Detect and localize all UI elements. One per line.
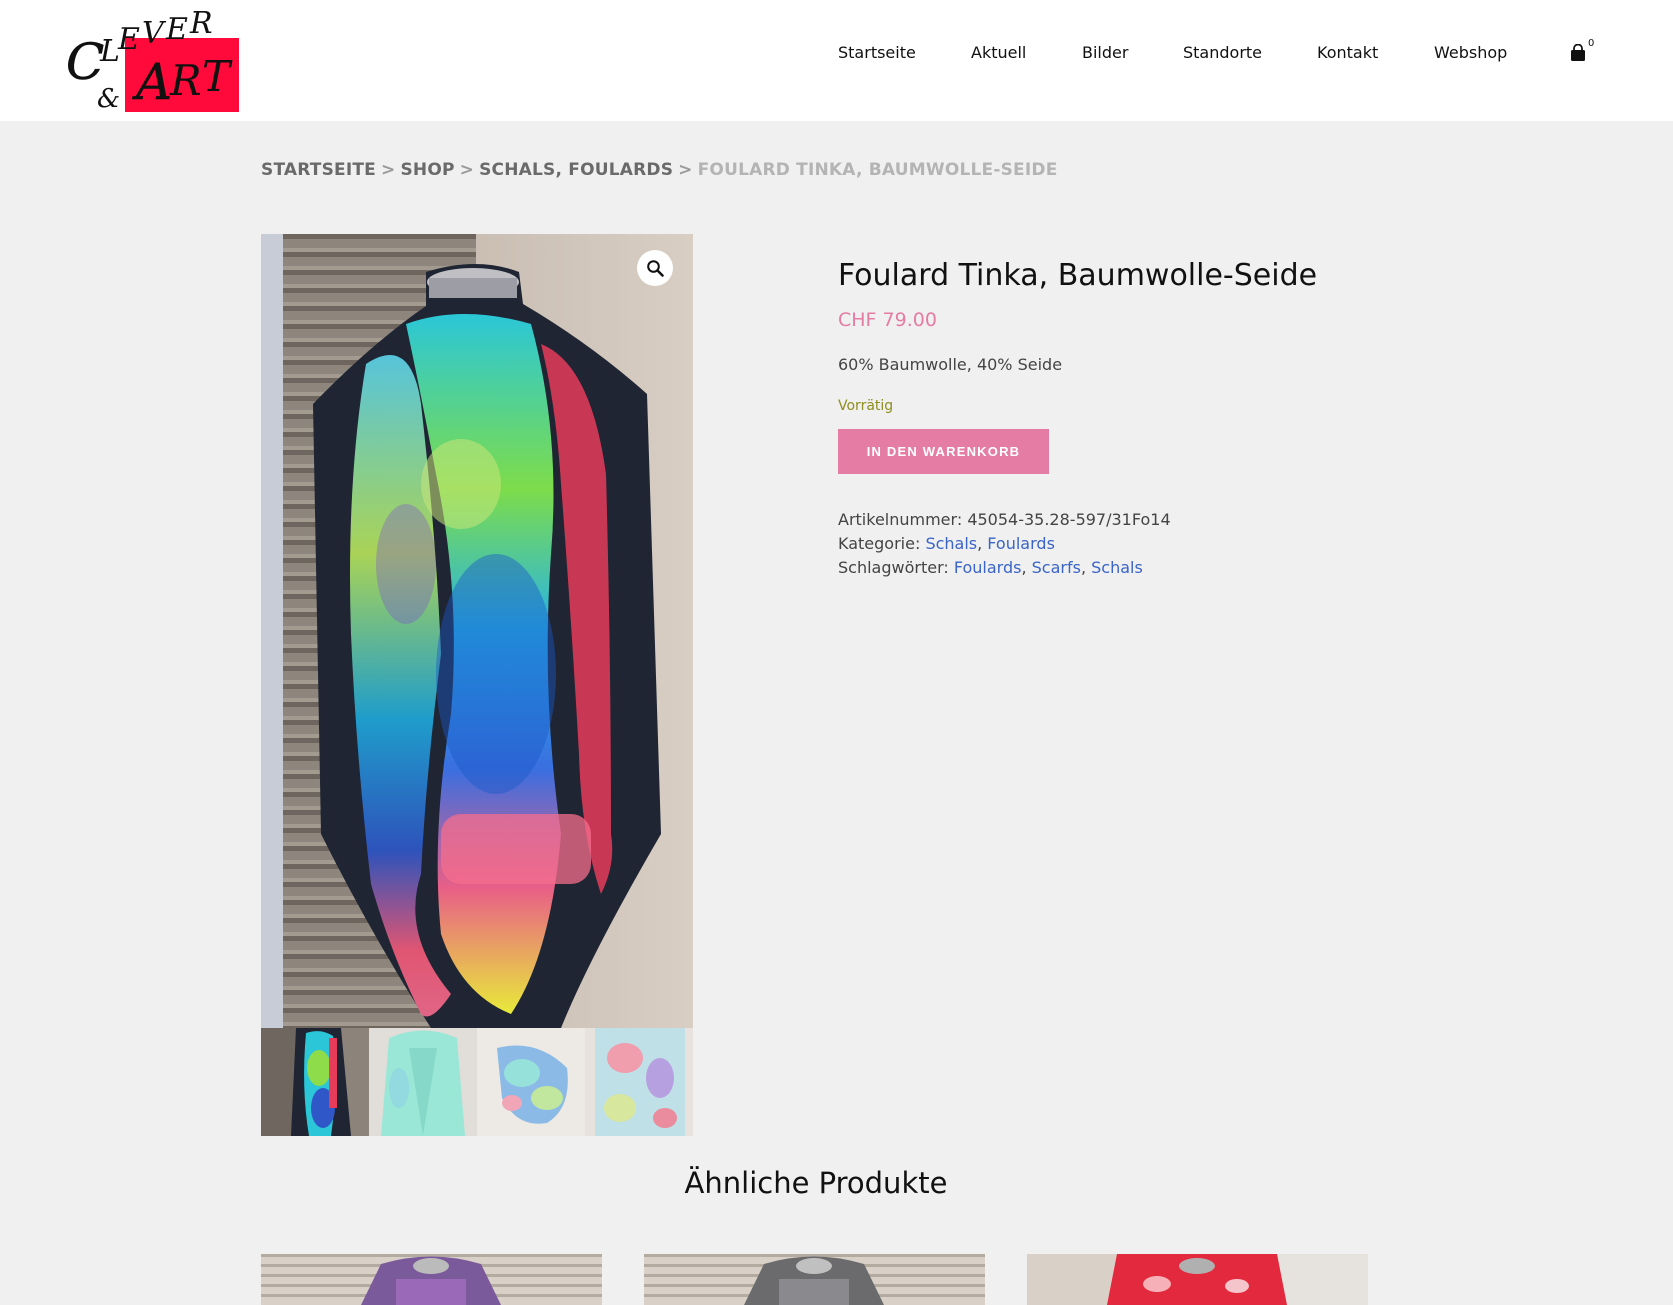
product-summary: Foulard Tinka, Baumwolle-Seide CHF 79.00…: [838, 256, 1438, 580]
sku-label: Artikelnummer:: [838, 510, 963, 529]
related-product-card[interactable]: [1027, 1254, 1368, 1305]
related-products-heading: Ähnliche Produkte: [684, 1166, 948, 1200]
related-product-card[interactable]: [261, 1254, 602, 1305]
tag-link-schals[interactable]: Schals: [1091, 558, 1143, 577]
gallery-thumbnail[interactable]: [369, 1028, 477, 1136]
nav-item-webshop[interactable]: Webshop: [1434, 40, 1507, 66]
stock-status: Vorrätig: [838, 398, 894, 414]
breadcrumb-link-category[interactable]: SCHALS, FOULARDS: [479, 160, 673, 180]
nav-item-aktuell[interactable]: Aktuell: [971, 40, 1026, 66]
site-header: C L E V E R & A R T Startseite Aktuell B…: [0, 0, 1673, 121]
gallery-thumbnail[interactable]: [261, 1028, 369, 1136]
breadcrumb-separator: >: [381, 160, 396, 180]
category-label: Kategorie:: [838, 534, 921, 553]
product-short-description: 60% Baumwolle, 40% Seide: [838, 355, 1063, 374]
product-title: Foulard Tinka, Baumwolle-Seide: [838, 258, 1318, 293]
cart-count-badge: 0: [1588, 38, 1595, 49]
product-price: CHF 79.00: [838, 309, 937, 331]
gallery-thumbnail[interactable]: [477, 1028, 585, 1136]
tag-link-scarfs[interactable]: Scarfs: [1032, 558, 1081, 577]
breadcrumb-link-shop[interactable]: SHOP: [400, 160, 454, 180]
magnifier-icon: [647, 260, 664, 277]
gallery-thumbnail[interactable]: [585, 1028, 693, 1136]
nav-item-standorte[interactable]: Standorte: [1183, 40, 1262, 66]
nav-item-bilder[interactable]: Bilder: [1082, 40, 1128, 66]
category-row: Kategorie: Schals, Foulards: [838, 534, 1055, 553]
product-meta: Artikelnummer: 45054-35.28-597/31Fo14 Ka…: [838, 508, 1438, 580]
breadcrumb-separator: >: [678, 160, 693, 180]
breadcrumb-link-startseite[interactable]: STARTSEITE: [261, 160, 376, 180]
sku-row: Artikelnummer: 45054-35.28-597/31Fo14: [838, 508, 1438, 532]
tags-row: Schlagwörter: Foulards, Scarfs, Schals: [838, 558, 1143, 577]
breadcrumb: STARTSEITE > SHOP > SCHALS, FOULARDS > FOULARD…: [261, 160, 1058, 180]
svg-text:&: &: [97, 84, 120, 112]
gallery-thumbnails: [261, 1028, 693, 1136]
category-link-schals[interactable]: Schals: [925, 534, 977, 553]
category-link-foulards[interactable]: Foulards: [987, 534, 1055, 553]
tag-link-foulards[interactable]: Foulards: [954, 558, 1022, 577]
cart-button[interactable]: 0: [1569, 38, 1599, 66]
related-product-card[interactable]: [644, 1254, 985, 1305]
svg-text:R: R: [189, 9, 213, 41]
main-nav: Startseite Aktuell Bilder Standorte Kont…: [0, 40, 1673, 70]
sku-value: 45054-35.28-597/31Fo14: [967, 510, 1171, 529]
zoom-button[interactable]: [637, 250, 673, 286]
nav-item-kontakt[interactable]: Kontakt: [1317, 40, 1378, 66]
breadcrumb-current: FOULARD TINKA, BAUMWOLLE-SEIDE: [697, 160, 1058, 180]
product-main-image[interactable]: [261, 234, 693, 1028]
nav-item-startseite[interactable]: Startseite: [838, 40, 916, 66]
tags-label: Schlagwörter:: [838, 558, 949, 577]
shopping-bag-icon: [1571, 44, 1585, 61]
breadcrumb-separator: >: [459, 160, 475, 180]
add-to-cart-button[interactable]: IN DEN WARENKORB: [838, 429, 1049, 474]
product-gallery: [261, 234, 693, 1028]
